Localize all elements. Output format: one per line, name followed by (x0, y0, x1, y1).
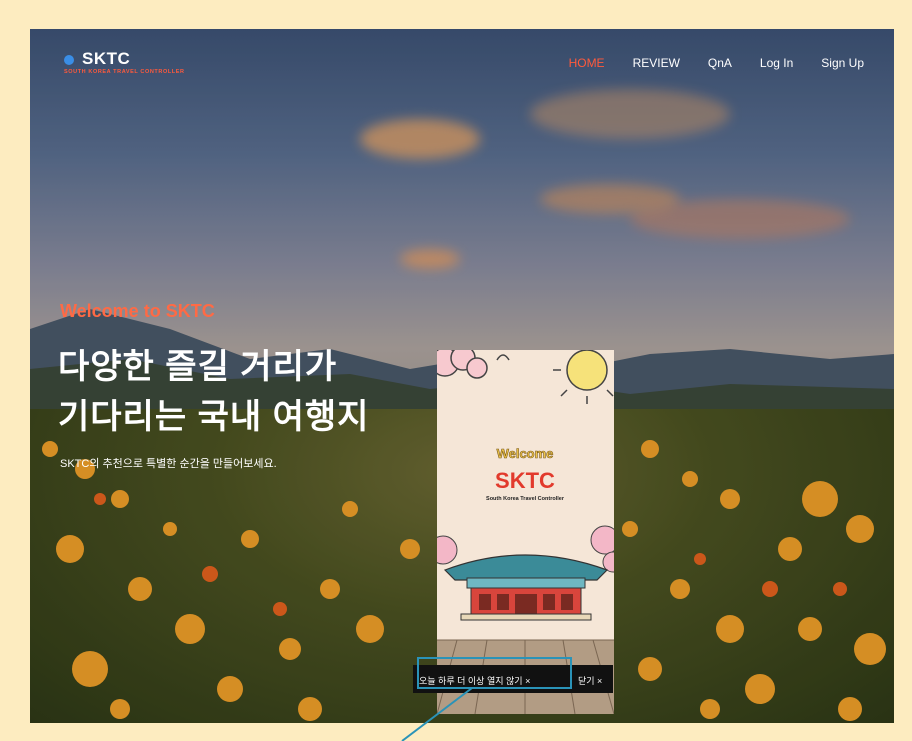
annotation-pointer-line (401, 687, 473, 741)
